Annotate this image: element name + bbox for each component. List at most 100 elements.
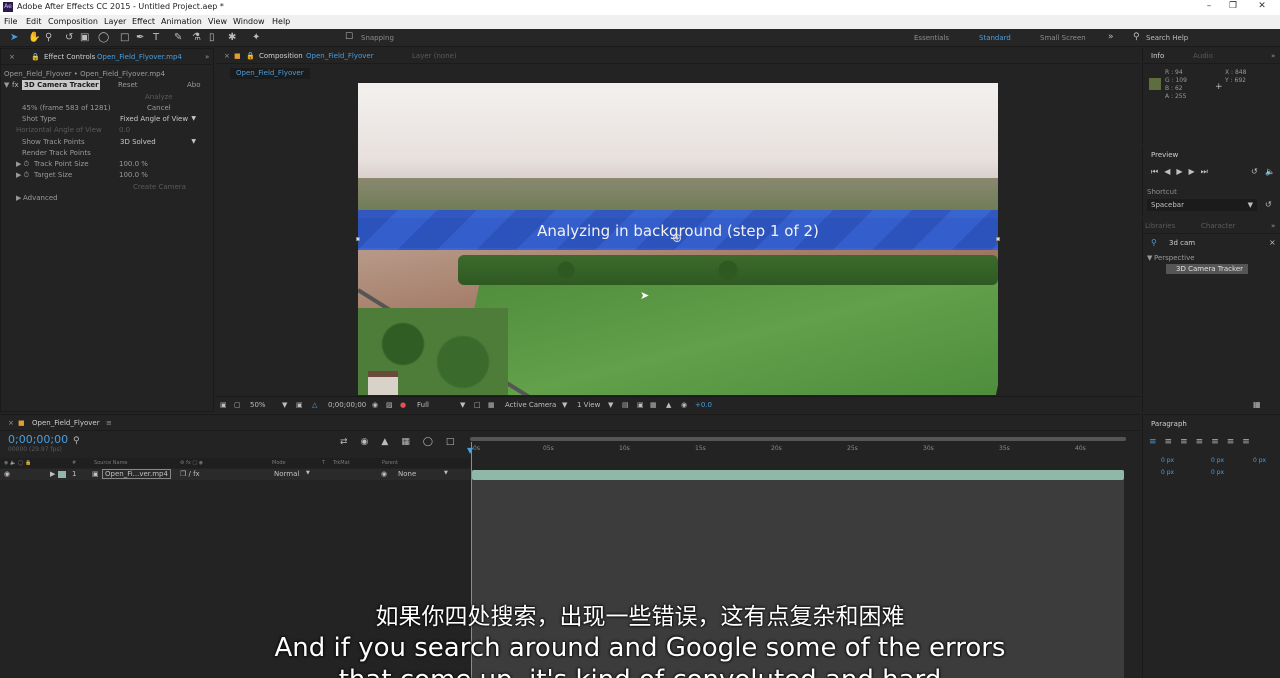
justify-all-icon[interactable]: ≡ [1242,437,1258,447]
puppet-tool-icon[interactable]: ✦ [252,32,260,43]
workspace-small-screen[interactable]: Small Screen [1040,34,1086,42]
justify-right-icon[interactable]: ≡ [1227,437,1243,447]
indent-first-value[interactable]: 0 px [1253,457,1266,464]
transparency-grid-icon[interactable]: ▦ [488,401,495,409]
target-size-stopwatch-icon[interactable]: ▶ ⏱ [16,171,29,180]
clone-stamp-tool-icon[interactable]: ⚗ [192,32,201,43]
reset-icon[interactable]: ↺ [1265,200,1272,209]
category-twirl-icon[interactable]: ▼ [1147,254,1152,262]
layer-twirl-icon[interactable]: ▶ [50,470,55,478]
more-workspaces-icon[interactable]: » [1108,32,1114,43]
menu-help[interactable]: Help [272,17,290,26]
mode-header[interactable]: Mode [272,460,286,466]
motion-blur-icon[interactable]: ◯ [423,437,446,447]
chevron-down-icon[interactable]: ▼ [444,470,448,476]
reset-exposure-icon[interactable]: ◉ [681,401,687,409]
menu-view[interactable]: View [208,17,227,26]
layer-row[interactable]: ◉ ▶ 1 ▣ Open_Fi...ver.mp4 ❒ / fx Normal … [0,469,470,480]
color-channel-icon[interactable]: ● [400,401,406,409]
panel-more-icon[interactable]: » [1271,222,1275,230]
pen-tool-icon[interactable]: ✒ [136,32,144,43]
label-color[interactable] [58,471,66,478]
space-after-value[interactable]: 0 px [1211,469,1224,476]
shot-type-dropdown[interactable]: Fixed Angle of View ▼ [120,114,198,124]
exposure-value[interactable]: +0.0 [695,401,712,409]
workspace-essentials[interactable]: Essentials [914,34,949,42]
t-header[interactable]: T [322,460,325,466]
last-frame-icon[interactable]: ⏭ [1201,167,1214,176]
effect-result-item[interactable]: 3D Camera Tracker [1166,264,1248,274]
menu-composition[interactable]: Composition [48,17,98,26]
visibility-icon[interactable]: ◉ [4,470,10,478]
playhead-marker-icon[interactable]: ▼ [467,446,473,455]
frame-blending-icon[interactable]: ▦ [401,437,423,447]
play-icon[interactable]: ▶ [1176,167,1188,176]
target-size-value[interactable]: 100.0 % [119,171,148,179]
work-area-bar[interactable] [470,437,1126,441]
flowchart-icon[interactable]: ▲ [666,401,671,409]
about-link[interactable]: Abo [187,81,201,89]
always-preview-icon[interactable]: ▣ [220,401,227,409]
comp-flowchart-icon[interactable]: ⇄ [340,437,361,447]
layer-panel-tab[interactable]: Layer (none) [412,52,457,60]
advanced-label[interactable]: Advanced [23,194,58,202]
parent-header[interactable]: Parent [382,460,398,466]
mask-visibility-icon[interactable]: △ [312,401,317,409]
composition-viewer[interactable]: Analyzing in background (step 1 of 2) ⊕ … [358,83,998,395]
snapping-checkbox-icon[interactable]: ☐ [345,32,353,43]
close-icon[interactable]: ✕ [1252,1,1272,11]
camera-dropdown[interactable]: Active Camera [505,401,556,409]
audio-tab[interactable]: Audio [1193,52,1213,60]
lock-icon[interactable]: 🔒 [31,53,40,61]
toggle-pixel-aspect-icon[interactable]: ▤ [622,401,629,409]
trkmat-header[interactable]: TrkMat [333,460,350,466]
close-panel-icon[interactable]: × [9,53,15,61]
rotate-tool-icon[interactable]: ↺ [65,32,73,43]
search-icon[interactable]: ⚲ [73,436,80,446]
character-tab[interactable]: Character [1201,222,1236,230]
rectangle-tool-icon[interactable]: □ [120,32,129,43]
minimize-icon[interactable]: – [1199,1,1219,11]
title-safe-icon[interactable]: ▣ [296,401,303,409]
search-icon[interactable]: ⚲ [1133,32,1140,43]
align-left-icon[interactable]: ≡ [1149,437,1165,447]
chevron-down-icon[interactable]: ▼ [282,401,287,409]
pan-behind-tool-icon[interactable]: ◯ [98,32,109,43]
workspace-standard[interactable]: Standard [979,34,1011,42]
align-center-icon[interactable]: ≡ [1165,437,1181,447]
layer-switches-icon[interactable]: ❒ / fx [180,470,200,478]
track-point-size-value[interactable]: 100.0 % [119,160,148,168]
align-right-icon[interactable]: ≡ [1180,437,1196,447]
menu-file[interactable]: File [4,17,17,26]
effect-controls-title[interactable]: Effect Controls [44,53,95,61]
viewer-timecode[interactable]: 0;00;00;00 [328,401,366,409]
justify-left-icon[interactable]: ≡ [1196,437,1212,447]
track-point-size-stopwatch-icon[interactable]: ▶ ⏱ [16,160,29,169]
brush-tool-icon[interactable]: ✎ [174,32,182,43]
libraries-tab[interactable]: Libraries [1145,222,1175,230]
show-snapshot-icon[interactable]: ▨ [386,401,393,409]
panel-more-icon[interactable]: » [1271,52,1275,60]
chevron-down-icon[interactable]: ▼ [306,470,310,476]
close-panel-icon[interactable]: × [8,419,14,427]
fx-icon[interactable]: fx [12,81,19,89]
loop-icon[interactable]: ↺ [1251,167,1258,176]
region-of-interest-icon[interactable]: □ [474,401,481,409]
create-camera-button[interactable]: Create Camera [133,183,186,191]
indent-right-value[interactable]: 0 px [1211,457,1224,464]
mute-audio-icon[interactable]: 🔈 [1265,167,1275,176]
layer-handle[interactable] [996,237,1000,241]
category-perspective[interactable]: Perspective [1154,254,1195,262]
timeline-comp-tab[interactable]: Open_Field_Flyover [32,419,100,427]
parent-dropdown[interactable]: None [398,470,416,478]
fast-previews-icon[interactable]: ▣ [637,401,644,409]
type-tool-icon[interactable]: T [153,32,159,43]
info-tab[interactable]: Info [1151,52,1164,60]
shy-icon[interactable]: ▲ [381,437,401,447]
next-frame-icon[interactable]: ▶ [1189,167,1201,176]
menu-layer[interactable]: Layer [104,17,126,26]
views-dropdown[interactable]: 1 View [577,401,600,409]
first-frame-icon[interactable]: ⏮ [1151,167,1164,176]
chevron-down-icon[interactable]: ▼ [562,401,567,409]
panel-menu-icon[interactable]: ≡ [106,419,112,427]
